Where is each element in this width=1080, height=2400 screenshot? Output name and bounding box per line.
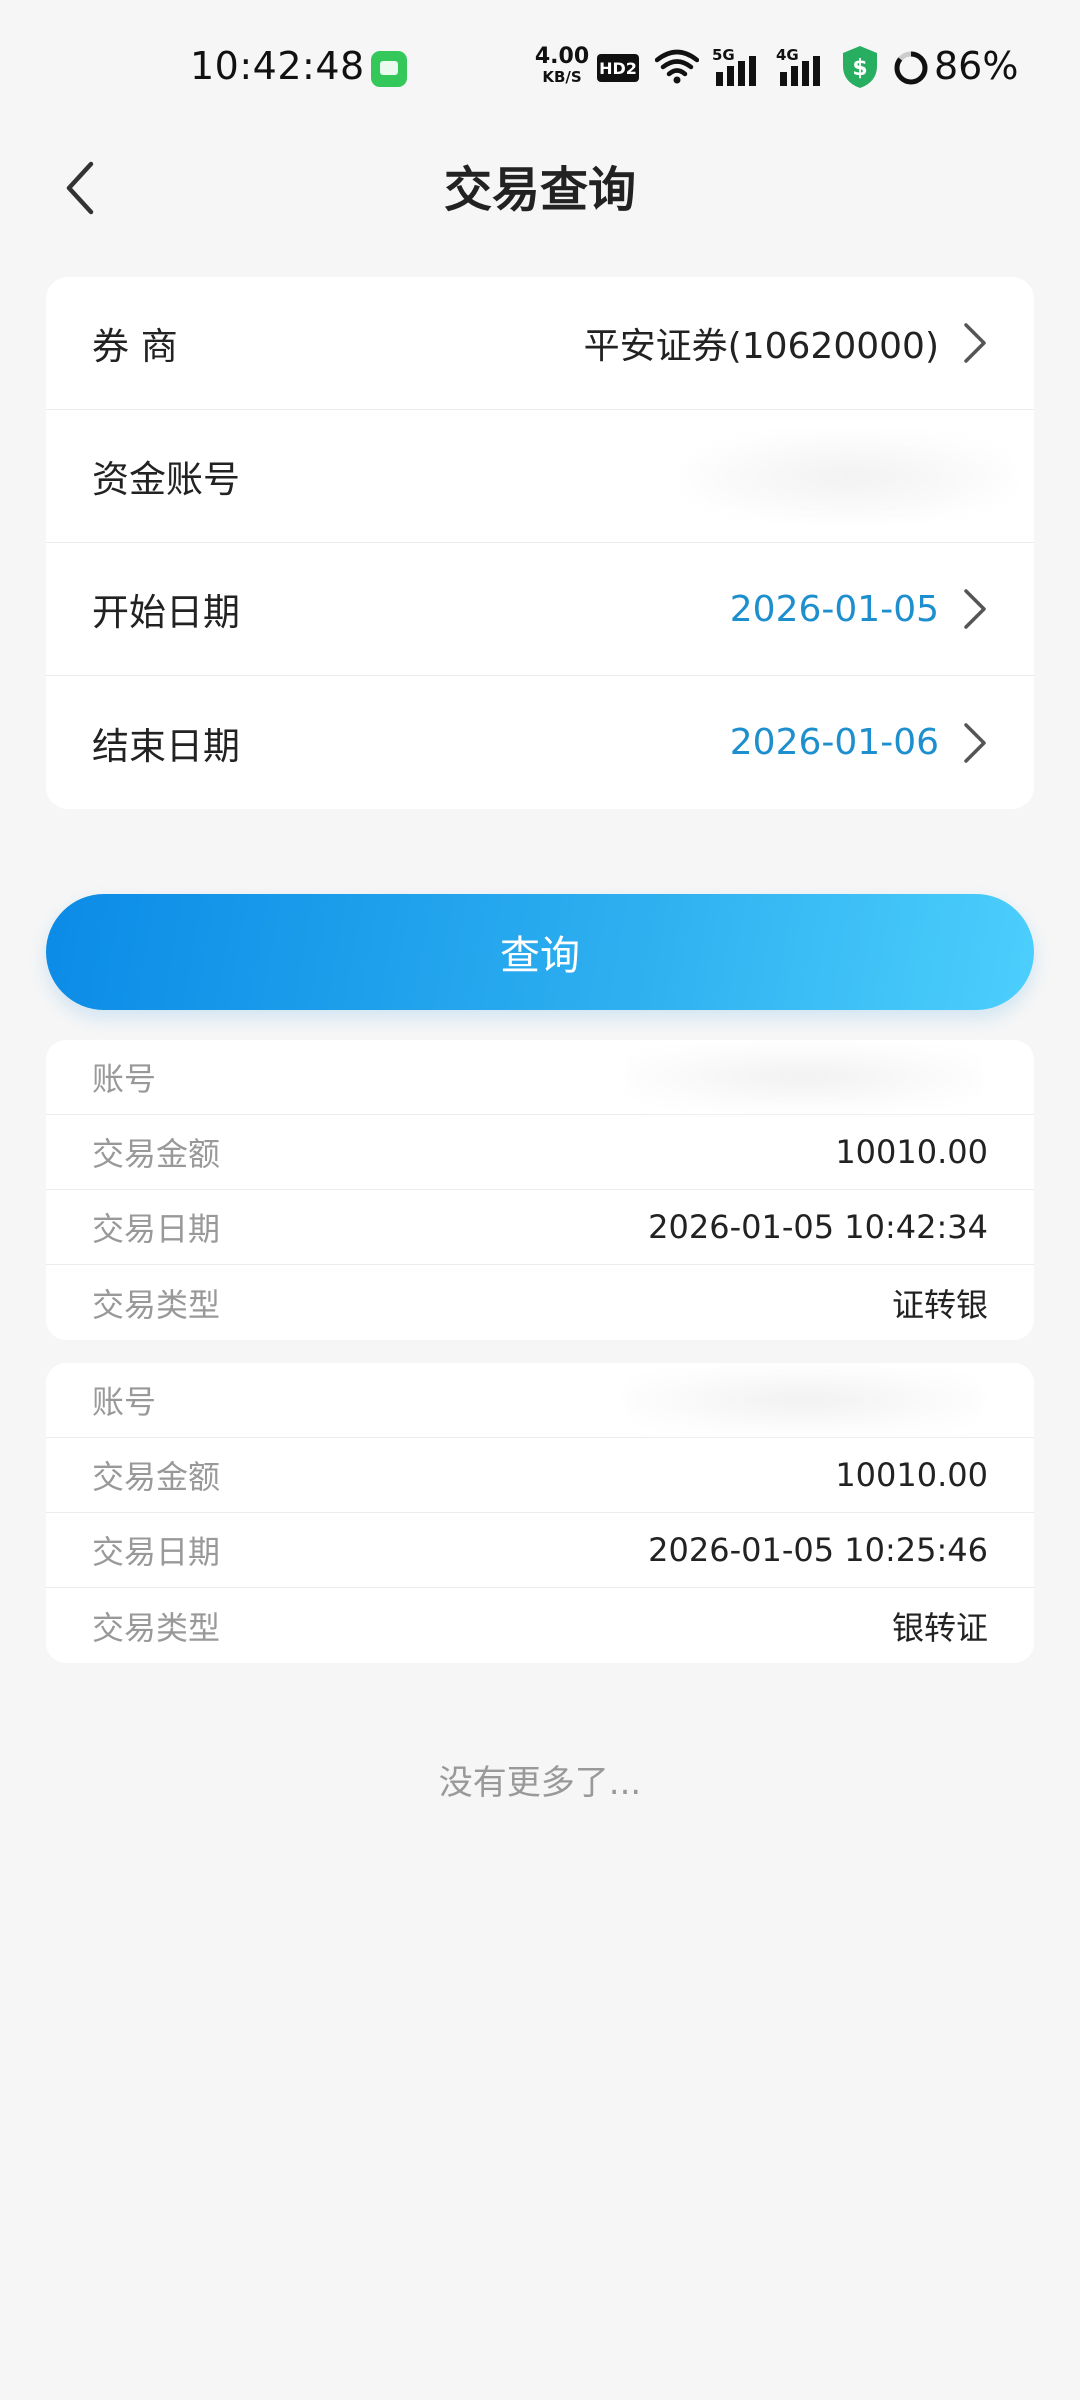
result-type-value: 证转银 [891,1285,988,1324]
result-date-label: 交易日期 [92,1533,221,1571]
chevron-right-icon [964,323,986,363]
result-type-row: 交易类型 证转银 [46,1265,1034,1340]
result-date-row: 交易日期 2026-01-05 10:25:46 [46,1513,1034,1588]
battery-ring-icon [894,51,928,85]
network-speed-unit: KB/S [542,68,582,86]
account-row: 资金账号 [46,410,1034,543]
start-date-value: 2026-01-05 [729,588,939,630]
result-type-label: 交易类型 [92,1285,221,1324]
account-label: 资金账号 [92,458,240,501]
query-form-card: 券 商 平安证券(10620000) 资金账号 开始日期 2026-01-05 … [46,277,1034,809]
security-shield-icon: $ [843,46,877,88]
result-account-value-redacted [624,1367,984,1433]
result-amount-value: 10010.00 [835,1456,988,1494]
result-amount-row: 交易金额 10010.00 [46,1115,1034,1190]
result-amount-value: 10010.00 [835,1133,988,1171]
end-date-value: 2026-01-06 [729,722,939,763]
result-amount-label: 交易金额 [92,1458,221,1496]
result-type-row: 交易类型 银转证 [46,1588,1034,1663]
network-speed: 4.00 KB/S [534,46,590,85]
result-account-label: 账号 [92,1060,157,1098]
end-date-row[interactable]: 结束日期 2026-01-06 [46,676,1034,809]
hd-voice-icon: HD2 [597,54,639,82]
result-amount-row: 交易金额 10010.00 [46,1438,1034,1513]
start-date-row[interactable]: 开始日期 2026-01-05 [46,543,1034,676]
battery-percent: 86% [934,44,1019,88]
account-value-redacted [684,432,1014,522]
result-account-row: 账号 [46,1363,1034,1438]
result-type-label: 交易类型 [92,1608,221,1647]
result-account-value-redacted [624,1044,984,1110]
result-date-value: 2026-01-05 10:42:34 [648,1208,988,1246]
result-date-label: 交易日期 [92,1210,221,1248]
no-more-text: 没有更多了... [438,1763,642,1803]
wifi-icon [655,49,699,84]
result-account-label: 账号 [92,1383,157,1421]
result-date-row: 交易日期 2026-01-05 10:42:34 [46,1190,1034,1265]
svg-text:$: $ [852,56,867,81]
broker-value: 平安证券(10620000) [583,326,939,367]
result-type-value: 银转证 [891,1608,988,1647]
end-date-label: 结束日期 [92,724,240,768]
broker-row[interactable]: 券 商 平安证券(10620000) [46,277,1034,410]
chevron-right-icon [964,589,986,629]
result-amount-label: 交易金额 [92,1135,221,1173]
broker-label: 券 商 [92,325,178,368]
message-app-icon [371,51,407,87]
result-account-row: 账号 [46,1040,1034,1115]
signal-strength-sim1-icon [716,56,756,86]
status-bar: 10:42:48 4.00 KB/S HD2 5G 4G $ 86% [0,0,1080,140]
status-time: 10:42:48 [190,44,365,88]
page-title: 交易查询 [443,162,636,218]
chevron-right-icon [964,722,986,763]
result-card: 账号 交易金额 10010.00 交易日期 2026-01-05 10:25:4… [46,1363,1034,1663]
result-date-value: 2026-01-05 10:25:46 [648,1531,988,1569]
query-button[interactable]: 查询 [46,894,1034,1010]
network-speed-value: 4.00 [534,44,590,69]
result-card: 账号 交易金额 10010.00 交易日期 2026-01-05 10:42:3… [46,1040,1034,1340]
start-date-label: 开始日期 [92,591,240,634]
signal-strength-sim2-icon [780,56,820,86]
